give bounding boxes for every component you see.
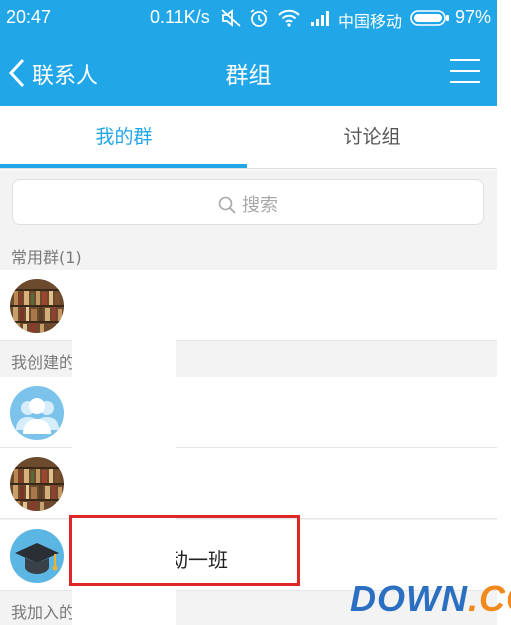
menu-icon[interactable] (448, 56, 482, 86)
highlight-box (69, 515, 300, 586)
default-group-avatar (10, 386, 64, 440)
watermark-logo: DOWN.CC (350, 578, 511, 622)
section-title: 我创建的 (11, 353, 76, 372)
app-screen: 20:47 0.11K/s 中国移动 97% 联系人 群组 我的群 讨论组 搜索… (0, 0, 497, 625)
section-title: 我加入的 (11, 603, 76, 622)
page-title: 群组 (225, 63, 272, 89)
search-area: 搜索 (0, 170, 497, 236)
search-placeholder: 搜索 (242, 195, 278, 216)
search-input[interactable]: 搜索 (12, 179, 484, 225)
bookshelf-avatar (10, 279, 64, 333)
watermark-main: DOWN (350, 578, 468, 619)
search-placeholder-row: 搜索 (13, 191, 483, 217)
tab-bar: 我的群 讨论组 (0, 106, 497, 170)
nav-bar: 联系人 群组 (0, 36, 497, 106)
tab-my-groups[interactable]: 我的群 (0, 106, 248, 170)
signal-icon (311, 11, 329, 26)
watermark-suffix: CC (479, 578, 511, 619)
list-item[interactable] (0, 270, 497, 341)
battery-icon (410, 10, 449, 26)
alarm-icon (250, 9, 268, 27)
status-speed: 0.11K/s (150, 7, 210, 27)
section-title: 常用群(1) (11, 248, 82, 267)
wifi-icon (278, 9, 300, 27)
graduation-cap-avatar (10, 529, 64, 583)
battery-percent: 97% (455, 7, 492, 27)
bookshelf-avatar (10, 457, 64, 511)
divider (0, 168, 497, 169)
status-time: 20:47 (6, 7, 52, 27)
watermark-dot: . (467, 578, 479, 619)
mute-icon (221, 9, 241, 27)
search-icon (218, 196, 236, 214)
status-bar: 20:47 0.11K/s 中国移动 97% (0, 0, 497, 36)
status-carrier: 中国移动 (338, 12, 403, 31)
tab-discussion-groups[interactable]: 讨论组 (248, 106, 496, 170)
section-header-frequent: 常用群(1) (0, 236, 497, 270)
